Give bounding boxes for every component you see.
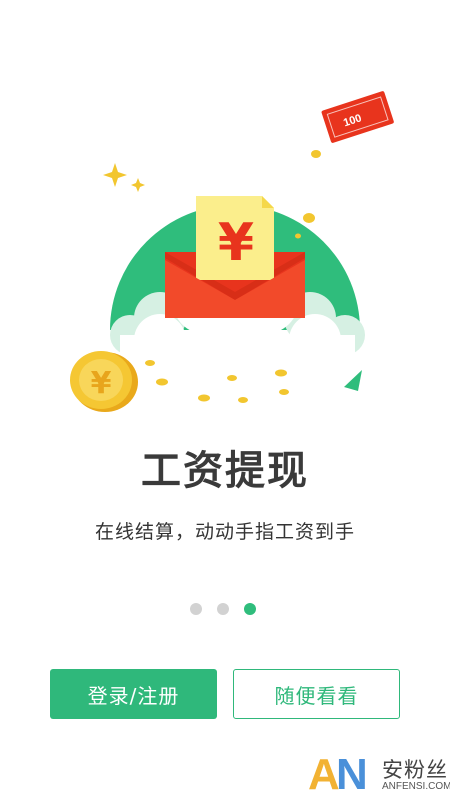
banknote: 100	[321, 91, 394, 143]
page-subtitle: 在线结算，动动手指工资到手	[94, 521, 355, 543]
yuan-symbol-coin: ¥	[91, 366, 112, 401]
login-register-button[interactable]: 登录/注册	[50, 669, 217, 719]
watermark-english: ANFENSI.COM	[382, 781, 450, 792]
watermark-chinese: 安粉丝	[382, 758, 448, 782]
watermark-logo: A N 安粉丝 ANFENSI.COM	[300, 750, 450, 800]
browse-button[interactable]: 随便看看	[233, 669, 400, 719]
watermark-letter-a: A	[308, 750, 340, 799]
page-title: 工资提现	[141, 448, 309, 494]
yellow-card: ¥	[196, 196, 274, 280]
page-dot-3-active[interactable]	[244, 603, 256, 615]
sparkle-icons	[103, 163, 145, 192]
page-dot-2[interactable]	[217, 603, 229, 615]
illustration: ¥ 100 ¥	[70, 91, 394, 412]
page-dot-1[interactable]	[190, 603, 202, 615]
page-indicator	[190, 603, 256, 615]
watermark-letter-n: N	[336, 750, 368, 799]
yuan-symbol-card: ¥	[218, 213, 254, 273]
